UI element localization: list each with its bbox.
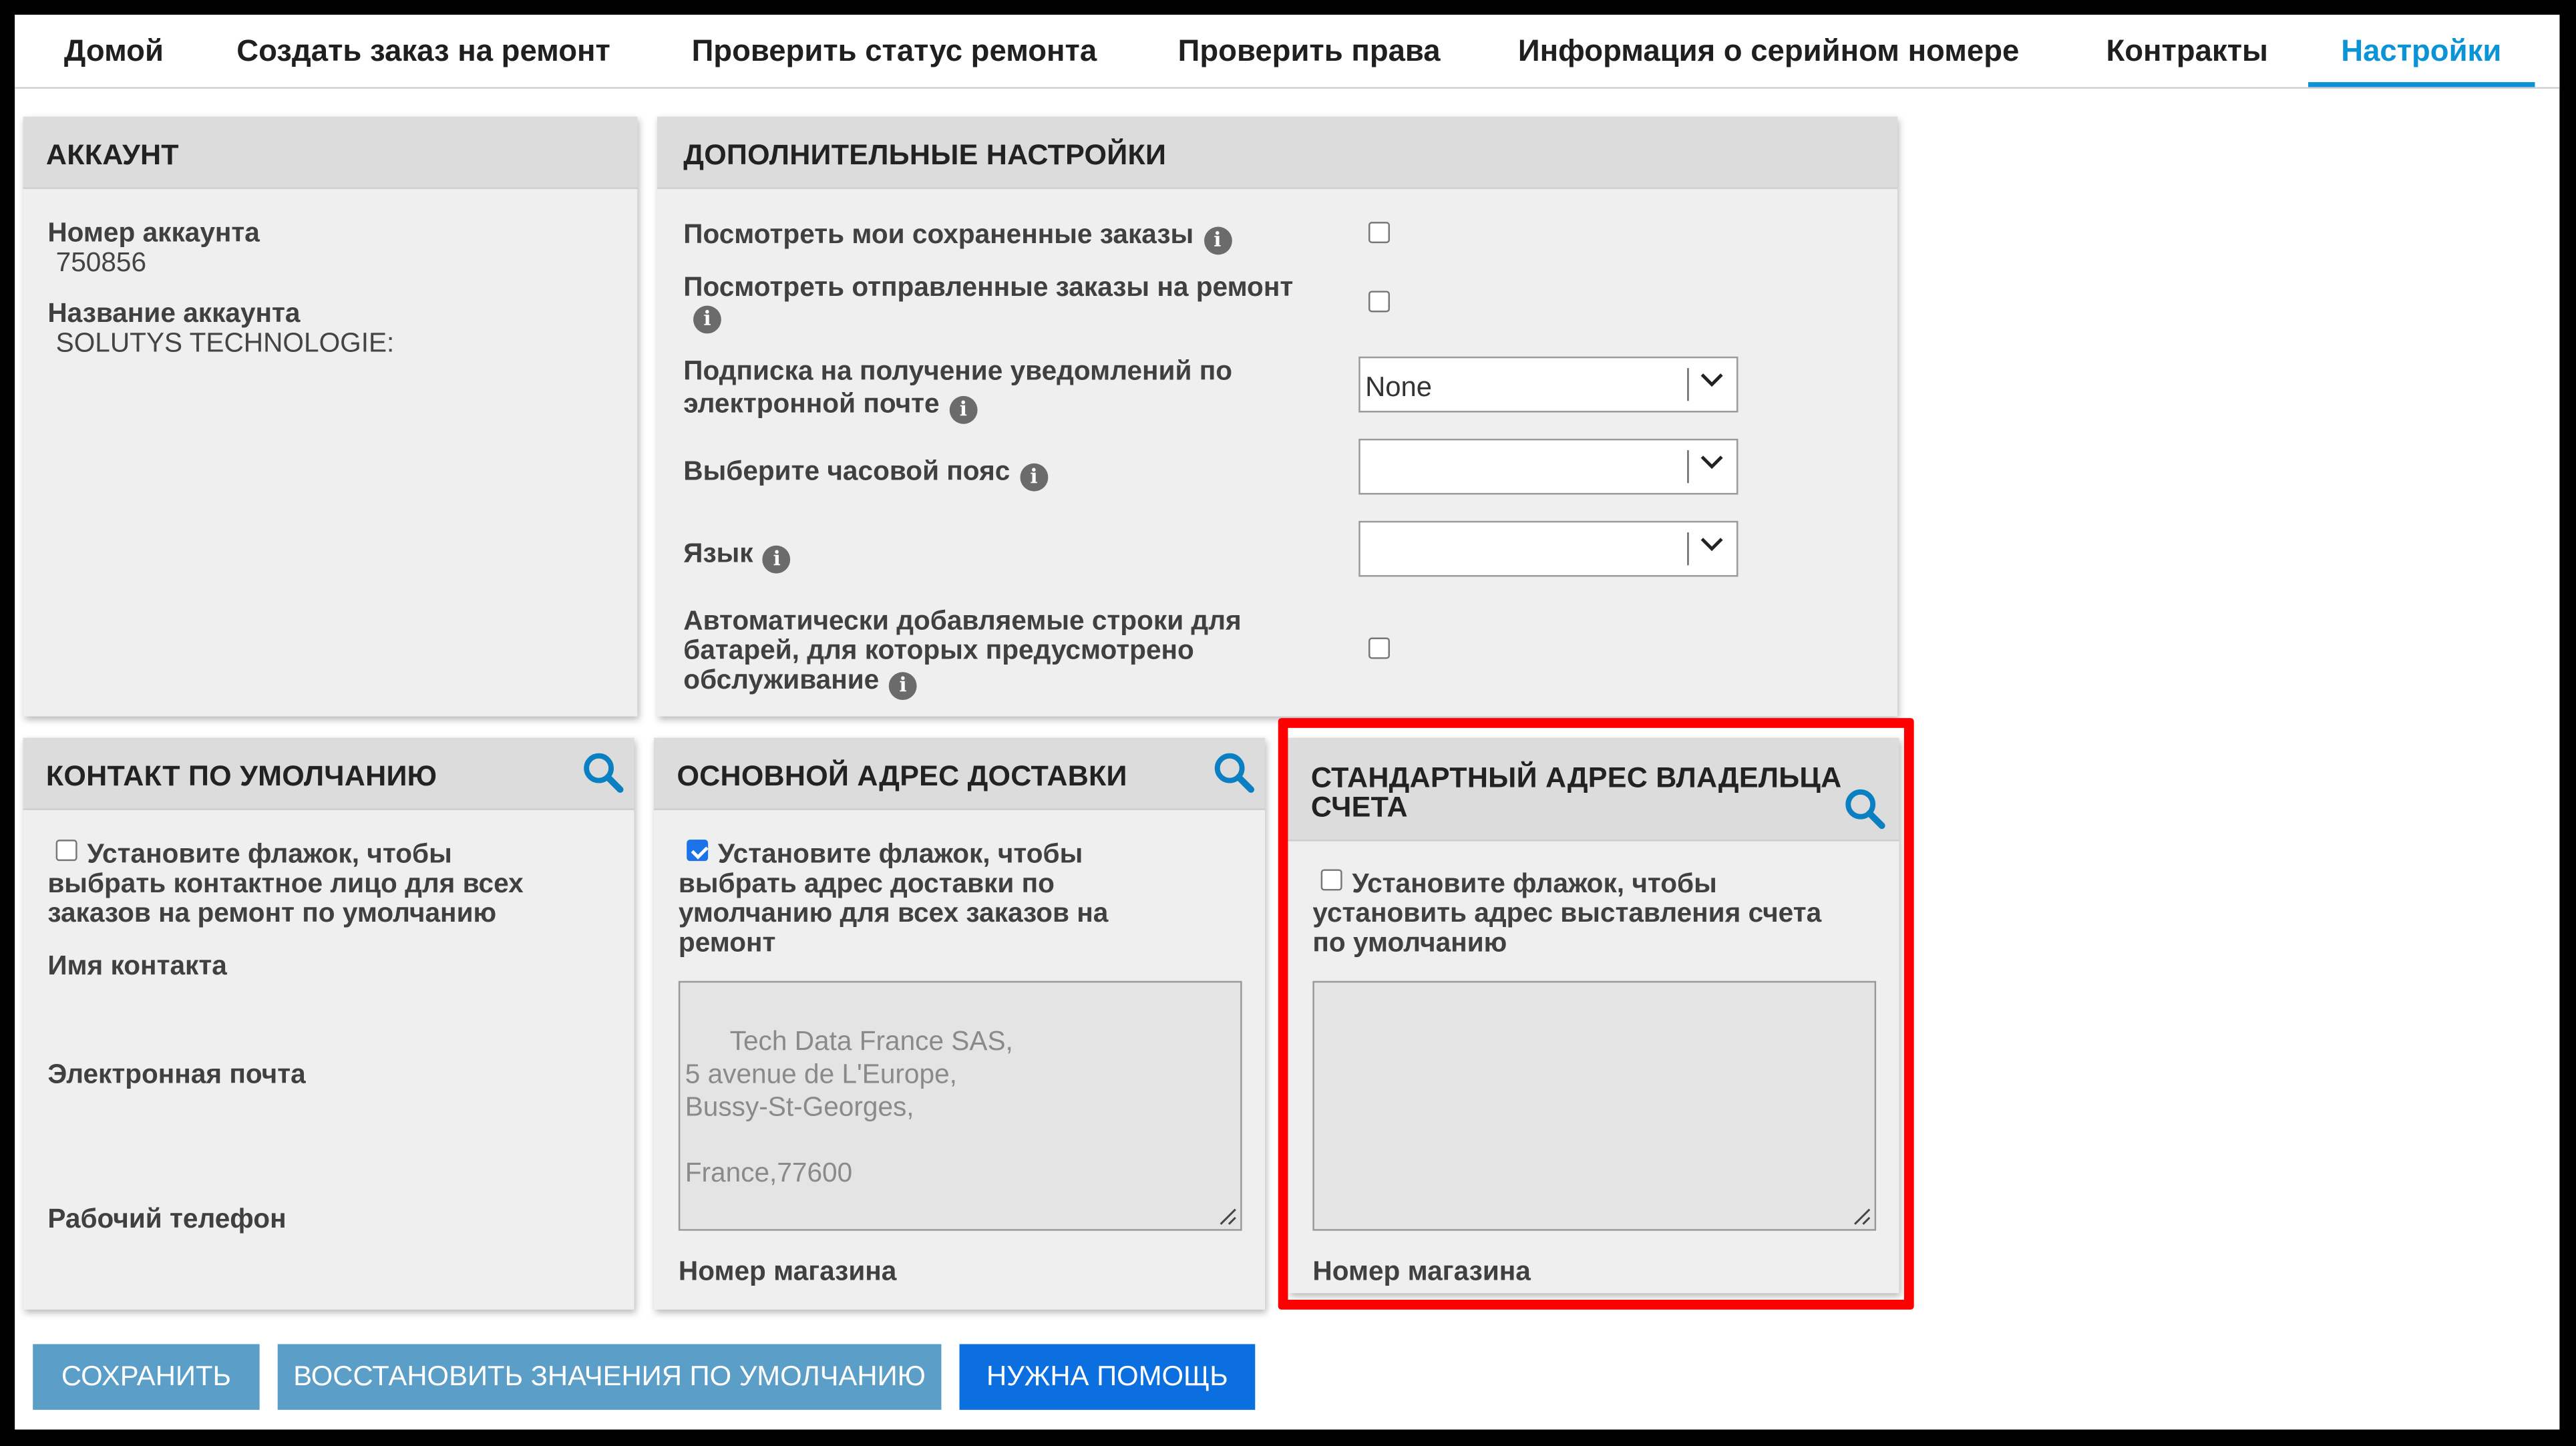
billing-address-textarea[interactable] <box>1312 980 1877 1231</box>
sent-orders-info: i <box>683 301 721 334</box>
resize-grip-icon[interactable] <box>1851 1206 1871 1226</box>
settings-page: Домой Создать заказ на ремонт Проверить … <box>15 15 2560 1430</box>
shipping-address-panel: ОСНОВНОЙ АДРЕС ДОСТАВКИ Установите флажо… <box>654 737 1266 1310</box>
account-number-value: 750856 <box>55 248 147 278</box>
email-subscription-value: None <box>1365 371 1433 403</box>
battery-label-line-1: Автоматически добавляемые строки для <box>683 606 1242 637</box>
contact-email-label: Электронная почта <box>47 1059 306 1090</box>
nav-settings[interactable]: Настройки <box>2308 15 2534 87</box>
account-number-label: Номер аккаунта <box>47 218 260 248</box>
search-icon[interactable] <box>1212 751 1255 793</box>
default-contact-checkbox-line-1: Установите флажок, чтобы <box>87 840 452 870</box>
chevron-down-icon <box>1700 538 1723 552</box>
timezone-label: Выберите часовой пояс <box>683 456 1010 487</box>
chevron-down-icon <box>1700 373 1723 387</box>
extra-settings-title: ДОПОЛНИТЕЛЬНЫЕ НАСТРОЙКИ <box>657 116 1898 189</box>
shipping-checkbox-line-3: умолчанию для всех заказов на <box>678 898 1109 929</box>
search-icon[interactable] <box>1843 787 1886 830</box>
save-button[interactable]: СОХРАНИТЬ <box>33 1344 260 1410</box>
default-contact-checkbox-line-3: заказов на ремонт по умолчанию <box>47 898 497 929</box>
shipping-address-text: Tech Data France SAS, 5 avenue de L'Euro… <box>685 1027 1013 1188</box>
default-contact-checkbox-line-2: выбрать контактное лицо для всех <box>47 869 524 899</box>
extra-settings-panel: ДОПОЛНИТЕЛЬНЫЕ НАСТРОЙКИ Посмотреть мои … <box>657 116 1898 717</box>
billing-store-number-label: Номер магазина <box>1312 1257 1531 1287</box>
email-sub-label-line-1: Подписка на получение уведомлений по <box>683 356 1233 387</box>
shipping-checkbox-line-1: Установите флажок, чтобы <box>717 840 1083 870</box>
need-help-button[interactable]: НУЖНА ПОМОЩЬ <box>959 1344 1256 1410</box>
info-icon[interactable]: i <box>693 305 721 334</box>
select-divider <box>1687 368 1689 401</box>
saved-orders-checkbox[interactable] <box>1368 222 1390 244</box>
timezone-row: Выберите часовой пояс i <box>683 457 1048 492</box>
account-name-value: SOLUTYS TECHNOLOGIE: <box>55 329 395 359</box>
select-divider <box>1687 532 1689 566</box>
billing-default-checkbox[interactable] <box>1320 869 1342 891</box>
shipping-store-number-label: Номер магазина <box>678 1257 897 1287</box>
sent-orders-label: Посмотреть отправленные заказы на ремонт <box>683 273 1294 303</box>
select-divider <box>1687 450 1689 484</box>
sent-orders-checkbox[interactable] <box>1368 291 1390 313</box>
resize-grip-icon[interactable] <box>1218 1206 1238 1226</box>
nav-check-entitlement[interactable]: Проверить права <box>1178 15 1441 85</box>
restore-defaults-button[interactable]: ВОССТАНОВИТЬ ЗНАЧЕНИЯ ПО УМОЛЧАНИЮ <box>277 1344 942 1410</box>
nav-check-repair-status[interactable]: Проверить статус ремонта <box>692 15 1097 85</box>
language-row: Язык i <box>683 539 791 574</box>
contact-phone-label: Рабочий телефон <box>47 1204 287 1234</box>
shipping-checkbox-line-4: ремонт <box>678 928 776 958</box>
info-icon[interactable]: i <box>1020 463 1048 492</box>
shipping-address-title: ОСНОВНОЙ АДРЕС ДОСТАВКИ <box>654 737 1266 810</box>
billing-checkbox-line-1: Установите флажок, чтобы <box>1352 869 1717 899</box>
info-icon[interactable]: i <box>889 672 917 701</box>
nav-serial-number-info[interactable]: Информация о серийном номере <box>1518 15 2020 85</box>
account-panel-title: АККАУНТ <box>23 116 638 189</box>
language-label: Язык <box>683 538 753 569</box>
nav-contracts[interactable]: Контракты <box>2106 15 2267 85</box>
battery-label-line-3: обслуживание i <box>683 665 917 701</box>
shipping-checkbox-line-2: выбрать адрес доставки по <box>678 869 1055 899</box>
billing-title-line-1: СТАНДАРТНЫЙ АДРЕС ВЛАДЕЛЬЦА <box>1310 761 1842 794</box>
default-contact-title: КОНТАКТ ПО УМОЛЧАНИЮ <box>23 737 634 810</box>
top-navigation: Домой Создать заказ на ремонт Проверить … <box>15 15 2560 89</box>
info-icon[interactable]: i <box>949 395 978 424</box>
language-select[interactable] <box>1358 520 1738 577</box>
chevron-down-icon <box>1700 456 1723 470</box>
shipping-address-textarea[interactable]: Tech Data France SAS, 5 avenue de L'Euro… <box>678 980 1242 1231</box>
search-icon[interactable] <box>582 751 624 793</box>
battery-checkbox[interactable] <box>1368 637 1390 659</box>
shipping-default-checkbox[interactable] <box>687 840 709 862</box>
nav-create-repair-order[interactable]: Создать заказ на ремонт <box>236 15 610 85</box>
info-icon[interactable]: i <box>1203 226 1232 255</box>
billing-checkbox-line-2: установить адрес выставления счета <box>1312 898 1822 929</box>
billing-title-line-2: СЧЕТА <box>1310 790 1408 824</box>
default-contact-panel: КОНТАКТ ПО УМОЛЧАНИЮ Установите флажок, … <box>23 737 634 1310</box>
saved-orders-label: Посмотреть мои сохраненные заказы <box>683 220 1194 250</box>
saved-orders-row: Посмотреть мои сохраненные заказы i <box>683 220 1232 255</box>
email-subscription-select[interactable]: None <box>1358 356 1738 413</box>
contact-name-label: Имя контакта <box>47 951 227 981</box>
battery-label-line-2: батарей, для которых предусмотрено <box>683 636 1194 666</box>
info-icon[interactable]: i <box>763 545 791 574</box>
nav-home[interactable]: Домой <box>64 15 164 85</box>
billing-address-panel: СТАНДАРТНЫЙ АДРЕС ВЛАДЕЛЬЦА СЧЕТА Устано… <box>1288 737 1899 1294</box>
account-name-label: Название аккаунта <box>47 299 301 329</box>
billing-checkbox-line-3: по умолчанию <box>1312 928 1507 958</box>
account-panel: АККАУНТ Номер аккаунта 750856 Название а… <box>23 116 638 717</box>
email-sub-label-line-2: электронной почте i <box>683 389 978 424</box>
timezone-select[interactable] <box>1358 438 1738 495</box>
billing-address-title: СТАНДАРТНЫЙ АДРЕС ВЛАДЕЛЬЦА СЧЕТА <box>1288 737 1899 842</box>
default-contact-checkbox[interactable] <box>55 840 77 862</box>
